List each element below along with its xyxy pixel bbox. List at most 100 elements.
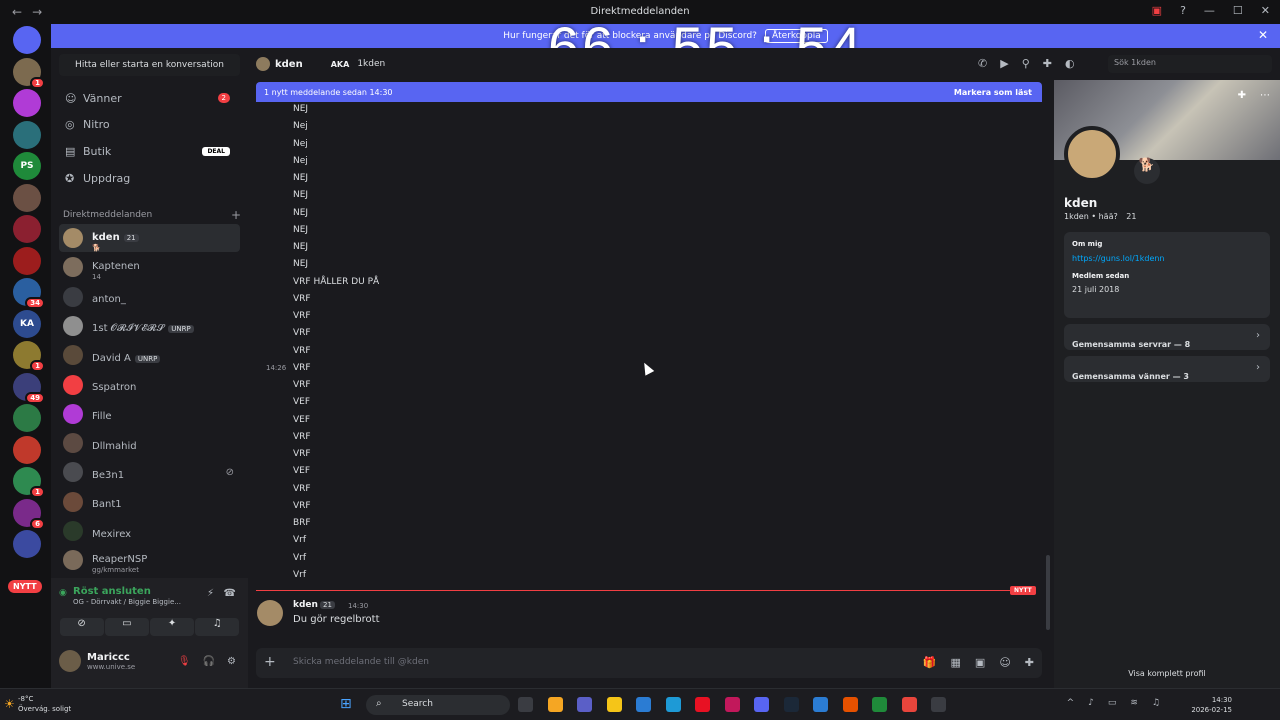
mic-icon[interactable]: ♪: [1088, 698, 1094, 708]
chat-scrollbar[interactable]: [1046, 555, 1050, 630]
gif-icon[interactable]: ▦: [951, 656, 961, 669]
dm-item[interactable]: Mexirex: [59, 517, 240, 545]
apps-icon[interactable]: ✚: [1025, 656, 1034, 669]
server-icon[interactable]: 1: [13, 57, 45, 89]
teams-icon[interactable]: [577, 697, 592, 712]
store-icon[interactable]: [636, 697, 651, 712]
deafen-icon[interactable]: 🎧: [203, 656, 215, 667]
server-icon[interactable]: KA: [13, 309, 41, 338]
mutual-friends-row[interactable]: Gemensamma vänner — 3 ›: [1064, 356, 1270, 382]
user-panel[interactable]: Mariccc www.unive.se: [59, 650, 135, 672]
dm-item[interactable]: Sspatron: [59, 371, 240, 399]
activities-button[interactable]: ✦: [150, 618, 195, 636]
dm-item[interactable]: David A UNRP: [59, 341, 240, 369]
dm-item[interactable]: anton_: [59, 283, 240, 311]
mark-read-button[interactable]: Markera som läst: [954, 88, 1032, 97]
mutual-servers-row[interactable]: Gemensamma servrar — 8 ›: [1064, 324, 1270, 350]
weather-widget[interactable]: -8°C Övervág. soligt: [18, 694, 71, 714]
server-icon[interactable]: [13, 404, 41, 432]
taskbar-search[interactable]: ⌕ Search: [366, 695, 510, 715]
profile-link[interactable]: https://guns.lol/1kdenn: [1072, 254, 1262, 263]
message-author[interactable]: kden: [293, 600, 318, 610]
disconnect-icon[interactable]: ☎: [224, 588, 236, 599]
call-icon[interactable]: ✆: [978, 57, 987, 70]
volume-icon[interactable]: ♫: [1152, 698, 1160, 708]
chrome-icon[interactable]: [901, 697, 917, 712]
more-options-icon[interactable]: ⋯: [1260, 90, 1270, 101]
settings-gear-icon[interactable]: ⚙: [227, 656, 236, 667]
maximize-button[interactable]: ☐: [1233, 4, 1243, 17]
sidebar-item-friends[interactable]: ☺ Vänner 2: [59, 86, 240, 110]
pin-icon[interactable]: ⚲: [1022, 57, 1030, 70]
server-icon[interactable]: [13, 246, 41, 275]
sticker-icon[interactable]: ▣: [975, 656, 985, 669]
server-icon[interactable]: PS: [13, 152, 41, 180]
emoji-icon[interactable]: ☺: [999, 656, 1010, 669]
inbox-icon[interactable]: ▣: [1152, 4, 1162, 17]
file-explorer-icon[interactable]: [606, 697, 622, 712]
gift-icon[interactable]: 🎁: [923, 656, 937, 669]
dm-item[interactable]: Kaptenen 14: [59, 253, 240, 281]
new-servers-badge[interactable]: NYTT: [8, 580, 42, 593]
chat-recipient-name[interactable]: kden: [275, 59, 303, 70]
server-icon[interactable]: 49: [13, 372, 45, 404]
view-full-profile-link[interactable]: Visa komplett profil: [1054, 669, 1280, 678]
soundboard-button[interactable]: ♫: [195, 618, 240, 636]
minimize-button[interactable]: —: [1204, 4, 1215, 17]
dm-item[interactable]: Bant1: [59, 488, 240, 516]
server-icon[interactable]: 6: [13, 498, 45, 530]
banner-close-icon[interactable]: ✕: [1258, 28, 1268, 42]
profile-toggle-icon[interactable]: ◐: [1065, 57, 1075, 70]
app-icon[interactable]: [813, 697, 828, 712]
voice-channel[interactable]: OG - Dörrvakt / Biggie Biggie...: [73, 598, 203, 606]
app-icon[interactable]: [724, 697, 740, 712]
profile-avatar[interactable]: [1064, 126, 1120, 182]
wifi-icon[interactable]: ≋: [1130, 698, 1138, 708]
sidebar-item-quests[interactable]: ✪ Uppdrag: [59, 166, 240, 190]
system-clock[interactable]: 14:30 2026-02-15: [1191, 695, 1232, 715]
chevron-up-icon[interactable]: ^: [1067, 698, 1075, 708]
app-icon[interactable]: [872, 697, 887, 712]
find-conversation-button[interactable]: Hitta eller starta en konversation: [59, 54, 240, 76]
server-icon[interactable]: [13, 183, 41, 212]
dm-item[interactable]: kden 21 🐕: [59, 224, 240, 252]
task-view-icon[interactable]: [518, 697, 533, 712]
video-icon[interactable]: ▶: [1000, 57, 1008, 70]
server-icon[interactable]: [13, 89, 41, 117]
new-messages-bar[interactable]: 1 nytt meddelande sedan 14:30 Markera so…: [256, 82, 1042, 102]
server-icon[interactable]: [13, 435, 41, 464]
camera-off-button[interactable]: ⊘: [59, 618, 104, 636]
steam-icon[interactable]: [783, 697, 799, 712]
noise-suppression-icon[interactable]: ⚡: [207, 588, 214, 599]
add-dm-icon[interactable]: +: [231, 208, 241, 222]
server-icon[interactable]: [13, 26, 41, 54]
help-icon[interactable]: ?: [1180, 4, 1186, 17]
windows-start-icon[interactable]: ⊞: [340, 696, 352, 712]
app-icon[interactable]: [842, 697, 858, 712]
edge-icon[interactable]: [665, 697, 681, 712]
avatar[interactable]: [257, 600, 283, 626]
dm-item[interactable]: ReaperNSP gg/kmmarket: [59, 546, 240, 574]
discord-icon[interactable]: [754, 697, 769, 712]
add-friend-icon[interactable]: ✚: [1043, 57, 1052, 70]
app-icon[interactable]: [695, 697, 710, 712]
network-icon[interactable]: ▭: [1108, 698, 1117, 708]
screen-share-button[interactable]: ▭: [104, 618, 149, 636]
dm-item[interactable]: Be3n1 ⊘: [59, 458, 240, 486]
dm-item[interactable]: 1st 𝓞𝓡𝓘𝓥𝓔𝓡𝓢 UNRP: [59, 312, 240, 340]
server-icon[interactable]: [13, 215, 41, 243]
app-icon[interactable]: [931, 697, 946, 712]
sidebar-item-shop[interactable]: ▤ Butik DEAL: [59, 139, 240, 163]
attach-plus-icon[interactable]: +: [264, 654, 276, 670]
server-icon[interactable]: 34: [13, 278, 45, 309]
server-icon[interactable]: 1: [13, 341, 45, 372]
server-icon[interactable]: [13, 530, 41, 558]
sidebar-item-nitro[interactable]: ◎ Nitro: [59, 112, 240, 136]
dm-item[interactable]: Fille: [59, 400, 240, 428]
server-icon[interactable]: 1: [13, 467, 45, 498]
mute-icon[interactable]: 🎙: [178, 656, 191, 667]
app-icon[interactable]: [547, 697, 563, 712]
add-friend-icon[interactable]: ✚: [1238, 90, 1246, 101]
close-window-button[interactable]: ✕: [1261, 4, 1270, 17]
dm-item[interactable]: Dllmahid: [59, 429, 240, 457]
